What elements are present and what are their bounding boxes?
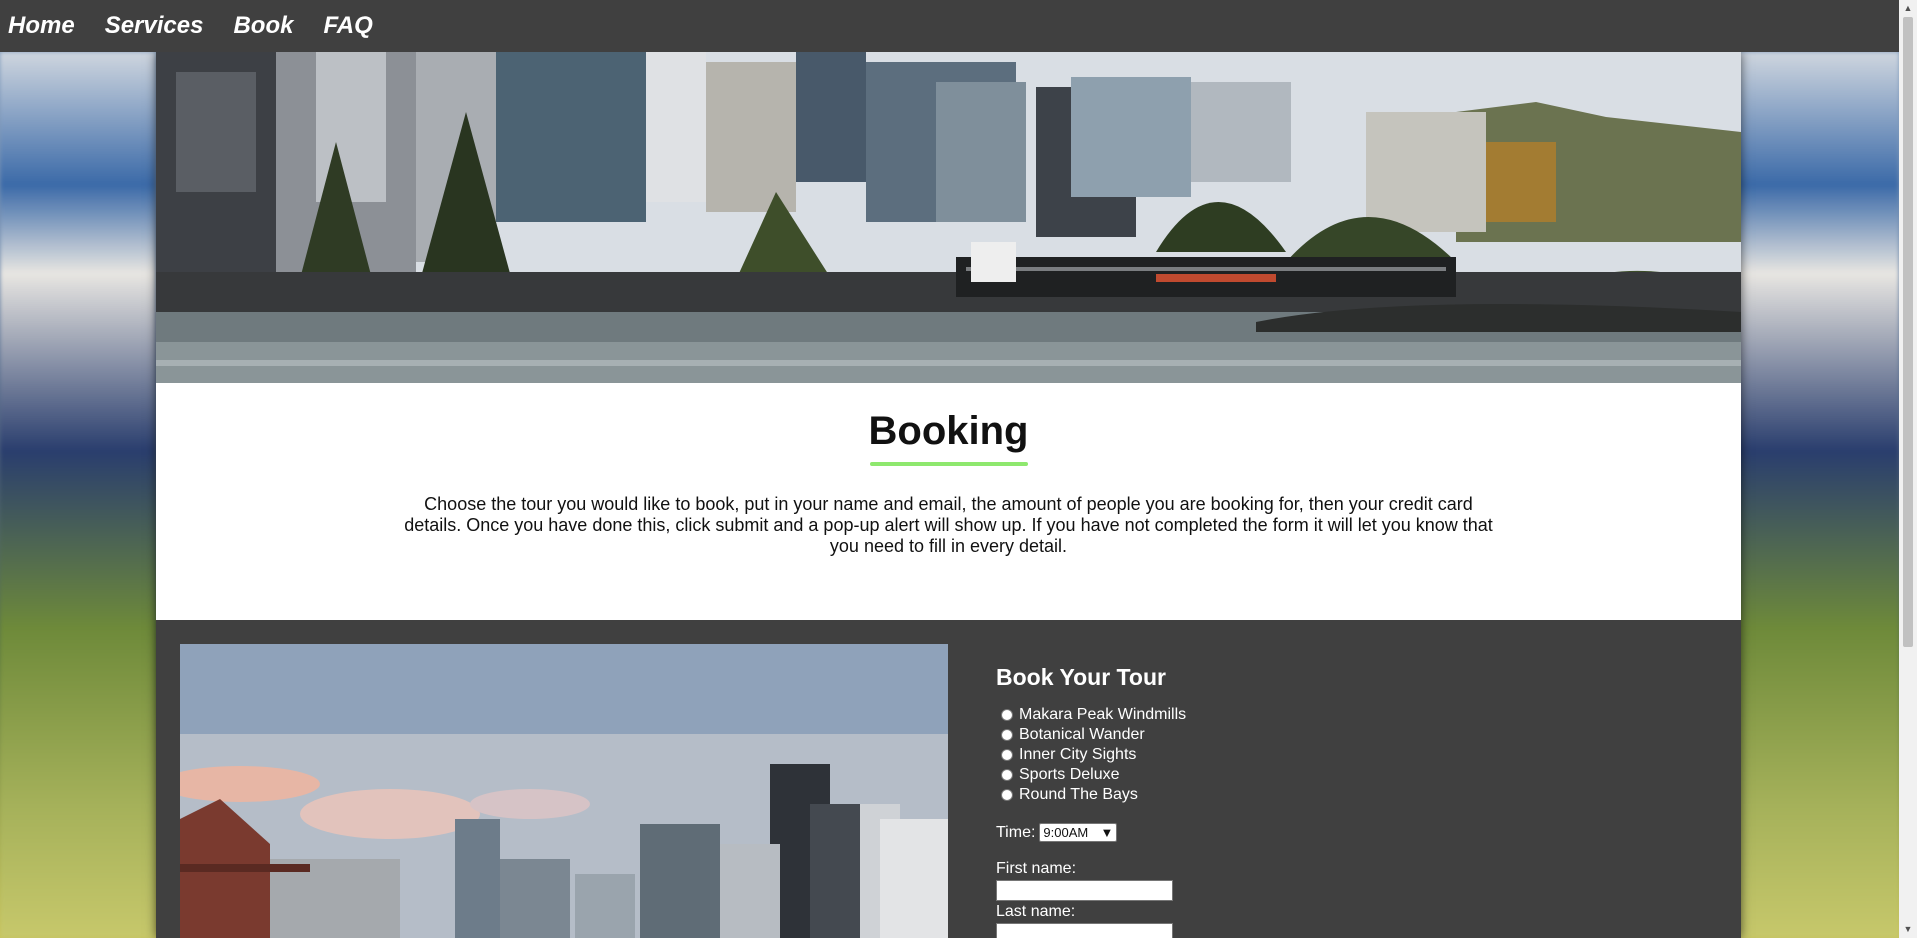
booking-form: Book Your Tour Makara Peak Windmills Bot… bbox=[996, 664, 1186, 938]
nav-faq-link[interactable]: FAQ bbox=[323, 12, 372, 40]
nav-home-link[interactable]: Home bbox=[8, 12, 75, 40]
triangle-down-icon[interactable]: ▼ bbox=[1899, 921, 1917, 938]
tour-option-label: Botanical Wander bbox=[1019, 726, 1145, 743]
nav-services-link[interactable]: Services bbox=[105, 12, 204, 40]
time-select[interactable]: 9:00AM ▼ bbox=[1039, 823, 1118, 842]
first-name-label: First name: bbox=[996, 860, 1077, 877]
last-name-input[interactable] bbox=[996, 923, 1173, 938]
radio-button[interactable] bbox=[1001, 789, 1013, 801]
tour-option-label: Sports Deluxe bbox=[1019, 766, 1120, 783]
tour-option-inner-city[interactable]: Inner City Sights bbox=[996, 745, 1186, 765]
radio-button[interactable] bbox=[1001, 749, 1013, 761]
chevron-down-icon: ▼ bbox=[1100, 825, 1114, 840]
tour-option-label: Inner City Sights bbox=[1019, 746, 1137, 763]
intro-section: Booking Choose the tour you would like t… bbox=[156, 383, 1741, 620]
tour-option-makara[interactable]: Makara Peak Windmills bbox=[996, 705, 1186, 725]
first-name-input[interactable] bbox=[996, 880, 1173, 901]
time-field: Time: 9:00AM ▼ bbox=[996, 823, 1186, 842]
background-blur-left bbox=[0, 52, 156, 938]
scrollbar-thumb[interactable] bbox=[1903, 17, 1913, 647]
last-name-label: Last name: bbox=[996, 903, 1076, 920]
radio-button[interactable] bbox=[1001, 709, 1013, 721]
time-label: Time: bbox=[996, 823, 1036, 841]
city-photo bbox=[180, 644, 948, 938]
nav-book-link[interactable]: Book bbox=[233, 12, 293, 40]
form-heading: Book Your Tour bbox=[996, 664, 1166, 690]
hero-image bbox=[156, 52, 1741, 383]
triangle-up-icon[interactable]: ▲ bbox=[1899, 0, 1917, 17]
time-select-value: 9:00AM bbox=[1043, 825, 1089, 840]
page-scrollbar[interactable]: ▲ ▼ bbox=[1899, 0, 1917, 938]
page-container: Booking Choose the tour you would like t… bbox=[156, 52, 1741, 938]
tour-option-botanical[interactable]: Botanical Wander bbox=[996, 725, 1186, 745]
top-navbar: Home Services Book FAQ bbox=[0, 0, 1899, 52]
tour-option-label: Round The Bays bbox=[1019, 786, 1138, 803]
tour-option-label: Makara Peak Windmills bbox=[1019, 706, 1187, 723]
booking-section: Book Your Tour Makara Peak Windmills Bot… bbox=[156, 620, 1741, 938]
title-underline bbox=[869, 462, 1028, 466]
waterfront-cityscape-image bbox=[156, 52, 1741, 383]
city-skyline-image bbox=[180, 644, 948, 938]
tour-option-round-bays[interactable]: Round The Bays bbox=[996, 785, 1186, 805]
radio-button[interactable] bbox=[1001, 729, 1013, 741]
radio-button[interactable] bbox=[1001, 769, 1013, 781]
background-blur-right bbox=[1734, 52, 1899, 938]
page-title: Booking bbox=[868, 409, 1029, 453]
intro-description: Choose the tour you would like to book, … bbox=[404, 494, 1493, 556]
tour-option-sports[interactable]: Sports Deluxe bbox=[996, 765, 1186, 785]
